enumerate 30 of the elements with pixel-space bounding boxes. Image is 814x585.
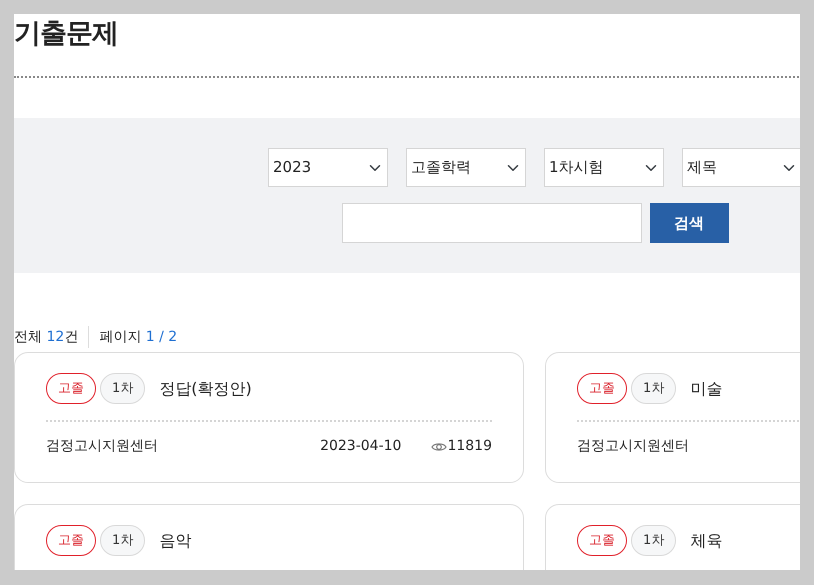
tag: 고졸 — [577, 525, 627, 556]
post-title[interactable]: 미술 — [690, 376, 722, 400]
tag: 1차 — [100, 373, 146, 404]
view-count: 11819 — [447, 437, 492, 456]
search-field[interactable] — [342, 203, 642, 243]
tag: 1차 — [631, 373, 676, 404]
post-card[interactable]: 고졸 1차 정답(확정안) 검정고시지원센터 2023-04-10 11819 — [14, 352, 524, 483]
post-date: 2023-04-10 — [320, 437, 402, 456]
post-card[interactable]: 고졸 1차 체육 — [545, 504, 800, 570]
tag: 고졸 — [46, 373, 96, 404]
tag: 1차 — [631, 525, 676, 556]
page-indicator: 페이지 1 / 2 — [99, 328, 178, 346]
page-title: 기출문제 — [14, 17, 119, 51]
post-title[interactable]: 체육 — [690, 528, 722, 552]
dropdown[interactable]: 제목 — [682, 148, 800, 187]
tag: 고졸 — [577, 373, 627, 404]
search-button[interactable]: 검색 — [650, 203, 728, 243]
tag: 고졸 — [46, 525, 96, 556]
total-count: 전체 12 건 — [14, 328, 78, 346]
dropdown[interactable]: 2023 — [268, 148, 388, 187]
post-author: 검정고시지원센터 — [577, 437, 689, 456]
dropdown[interactable]: 고졸학력 — [406, 148, 526, 187]
dropdown[interactable]: 1차시험 — [544, 148, 664, 187]
post-title[interactable]: 정답(확정안) — [159, 376, 252, 400]
post-card[interactable]: 고졸 1차 음악 — [14, 504, 524, 570]
post-author: 검정고시지원센터 — [46, 437, 158, 456]
eye-icon — [431, 440, 448, 452]
post-title[interactable]: 음악 — [159, 528, 192, 552]
tag: 1차 — [100, 525, 146, 556]
post-card[interactable]: 고졸 1차 미술 검정고시지원센터 — [545, 352, 800, 483]
